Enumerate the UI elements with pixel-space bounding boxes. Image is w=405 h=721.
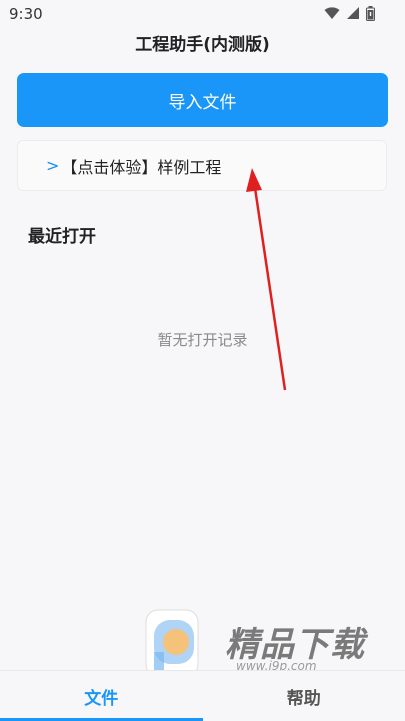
sample-project-label: 【点击体验】样例工程 <box>61 154 221 178</box>
status-icons <box>324 5 375 21</box>
recent-heading: 最近打开 <box>28 222 96 247</box>
status-bar: 9:30 <box>0 0 405 28</box>
wifi-icon <box>324 6 340 20</box>
chevron-right-icon: > <box>46 156 59 175</box>
page-title: 工程助手(内测版) <box>0 30 405 55</box>
battery-icon <box>366 6 375 21</box>
signal-icon <box>346 6 360 20</box>
import-file-label: 导入文件 <box>169 88 237 113</box>
tab-help[interactable]: 帮助 <box>203 671 405 721</box>
tab-files[interactable]: 文件 <box>0 671 203 721</box>
bottom-tab-bar: 文件 帮助 <box>0 670 405 721</box>
tab-files-label: 文件 <box>84 684 118 709</box>
tab-help-label: 帮助 <box>287 684 321 709</box>
recent-empty-text: 暂无打开记录 <box>0 329 405 350</box>
import-file-button[interactable]: 导入文件 <box>17 73 388 127</box>
sample-project-item[interactable]: > 【点击体验】样例工程 <box>17 140 387 191</box>
status-time: 9:30 <box>9 5 43 23</box>
